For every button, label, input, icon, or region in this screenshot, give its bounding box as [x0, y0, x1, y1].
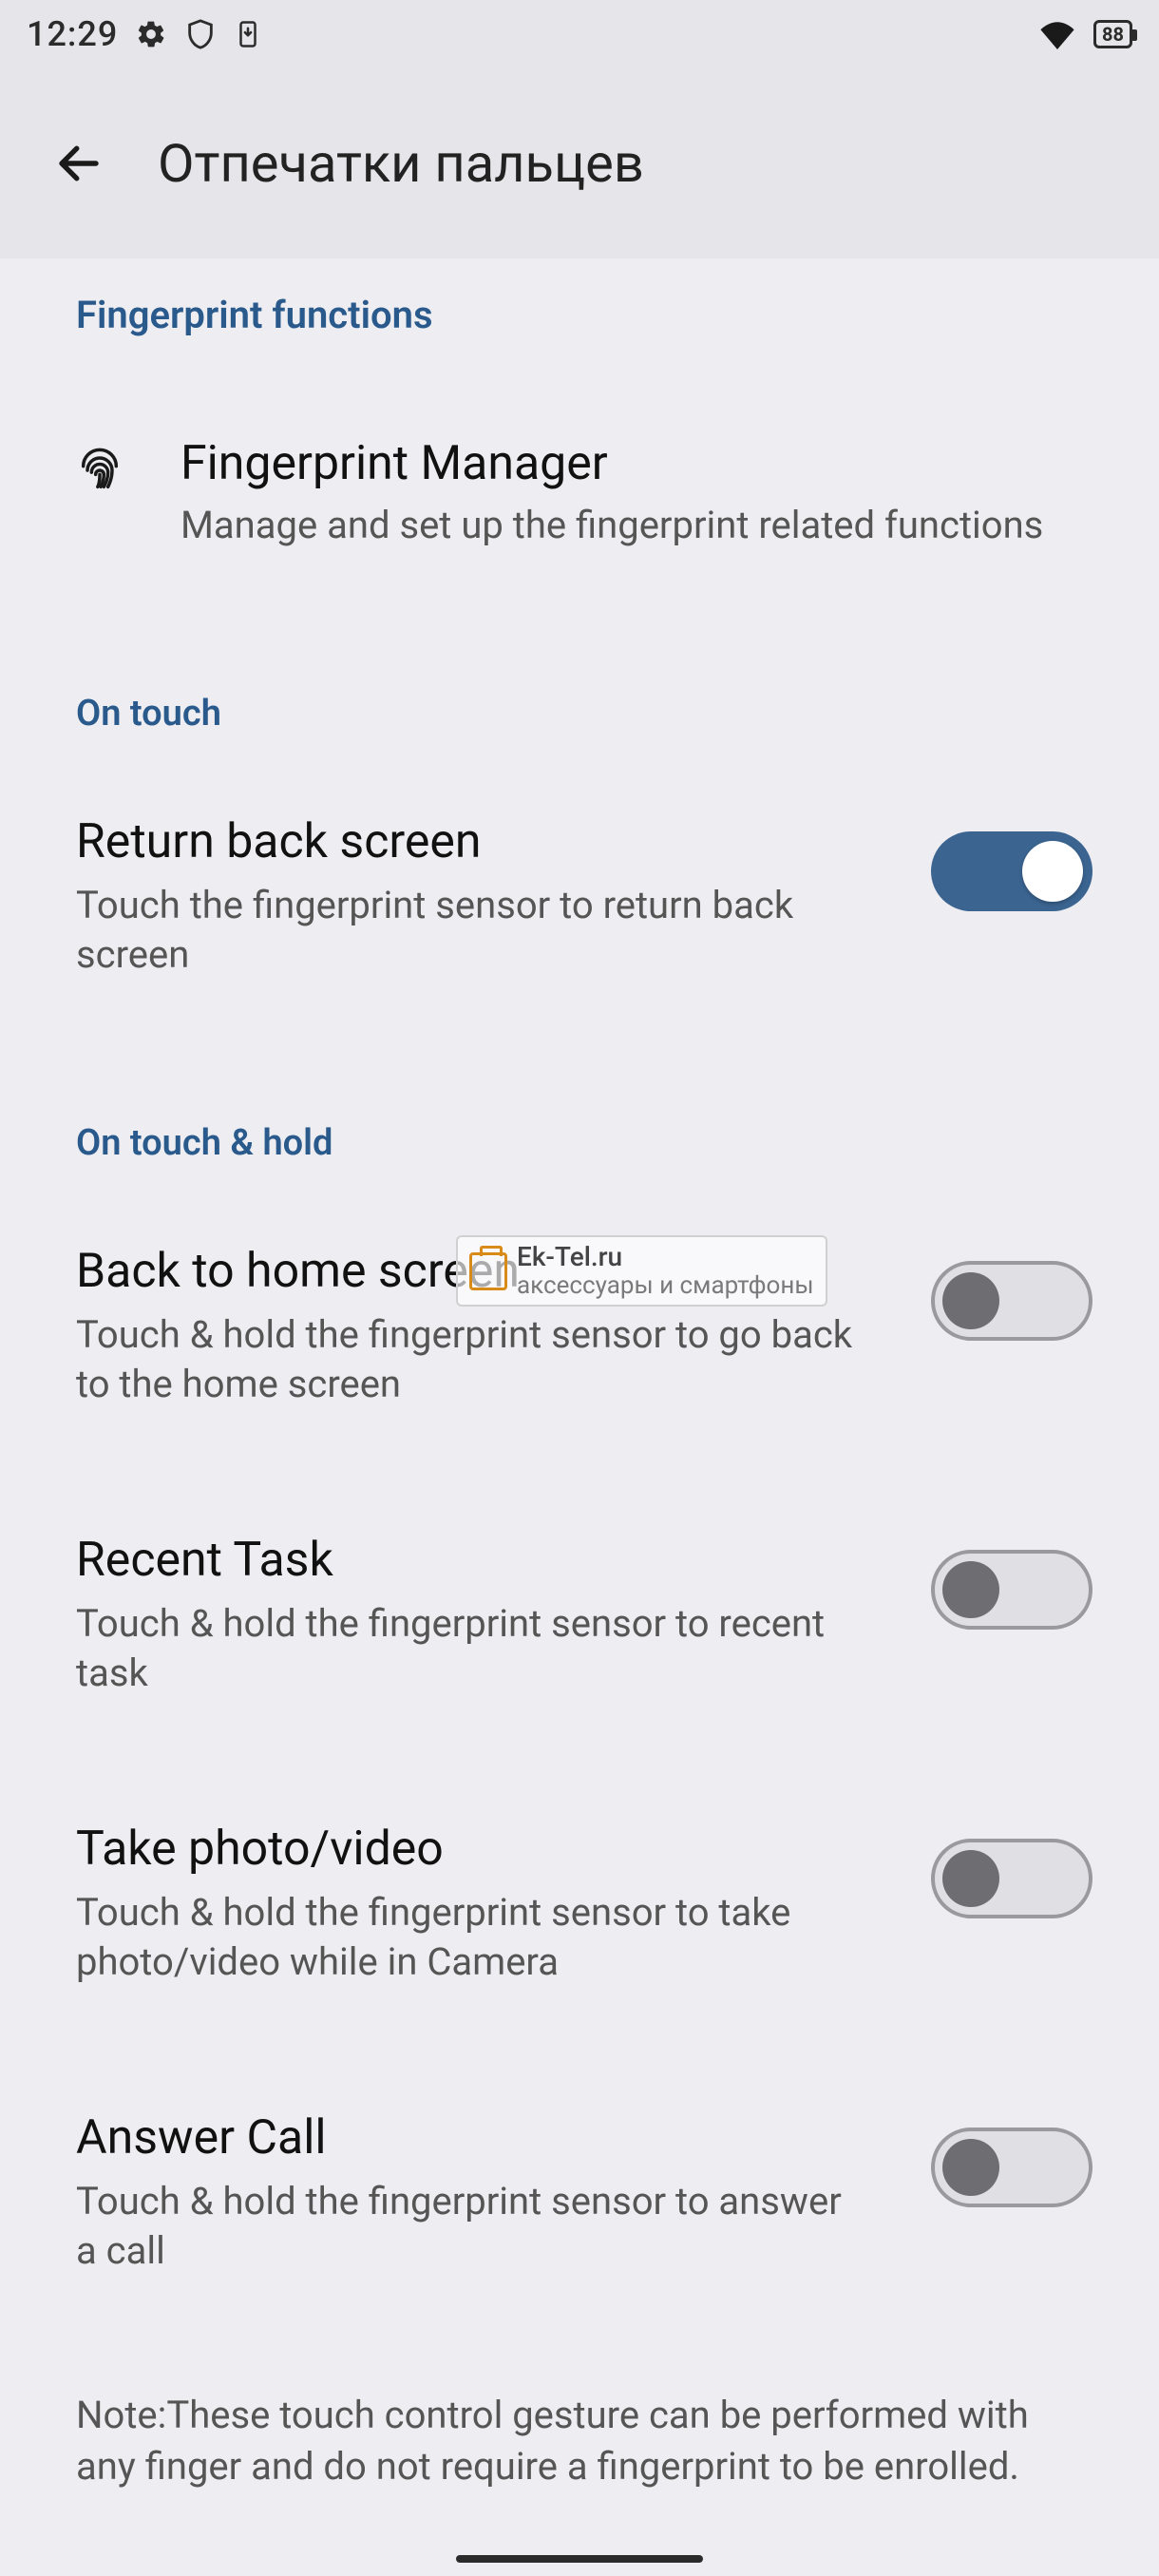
shield-status-icon [184, 18, 217, 50]
section-header-functions: Fingerprint functions [0, 258, 1159, 360]
fingerprint-manager-summary: Manage and set up the fingerprint relate… [180, 501, 1102, 550]
back-home-summary: Touch & hold the fingerprint sensor to g… [76, 1310, 855, 1409]
back-home-toggle[interactable] [931, 1261, 1092, 1341]
page-title: Отпечатки пальцев [158, 132, 644, 195]
battery-level: 88 [1102, 23, 1124, 46]
fingerprint-icon [57, 446, 142, 495]
answer-call-row[interactable]: Answer Call Touch & hold the fingerprint… [0, 2053, 1159, 2314]
settings-status-icon [135, 18, 167, 50]
recent-task-row[interactable]: Recent Task Touch & hold the fingerprint… [0, 1476, 1159, 1736]
app-bar: Отпечатки пальцев [0, 68, 1159, 258]
back-home-row[interactable]: Back to home screen Touch & hold the fin… [0, 1187, 1159, 1447]
fingerprint-manager-row[interactable]: Fingerprint Manager Manage and set up th… [0, 360, 1159, 588]
footer-note: Note:These touch control gesture can be … [0, 2314, 1159, 2492]
take-photo-toggle[interactable] [931, 1839, 1092, 1918]
recent-task-summary: Touch & hold the fingerprint sensor to r… [76, 1599, 855, 1698]
take-photo-row[interactable]: Take photo/video Touch & hold the finger… [0, 1765, 1159, 2025]
status-bar: 12:29 88 [0, 0, 1159, 68]
answer-call-title: Answer Call [76, 2110, 893, 2166]
recent-task-title: Recent Task [76, 1533, 893, 1588]
recent-task-toggle[interactable] [931, 1550, 1092, 1630]
take-photo-title: Take photo/video [76, 1822, 893, 1877]
battery-status-icon: 88 [1093, 20, 1132, 48]
download-status-icon [234, 18, 262, 50]
back-home-title: Back to home screen [76, 1244, 893, 1299]
return-back-row[interactable]: Return back screen Touch the fingerprint… [0, 757, 1159, 1018]
back-button[interactable] [53, 138, 104, 189]
status-time: 12:29 [27, 14, 118, 54]
section-header-on-touch-hold: On touch & hold [0, 1018, 1159, 1187]
wifi-status-icon [1038, 19, 1076, 49]
answer-call-toggle[interactable] [931, 2128, 1092, 2207]
section-header-on-touch: On touch [0, 588, 1159, 757]
return-back-title: Return back screen [76, 814, 893, 869]
return-back-summary: Touch the fingerprint sensor to return b… [76, 881, 855, 980]
answer-call-summary: Touch & hold the fingerprint sensor to a… [76, 2177, 855, 2276]
fingerprint-manager-title: Fingerprint Manager [180, 436, 1102, 491]
take-photo-summary: Touch & hold the fingerprint sensor to t… [76, 1888, 855, 1987]
return-back-toggle[interactable] [931, 831, 1092, 911]
nav-pill[interactable] [456, 2555, 703, 2563]
